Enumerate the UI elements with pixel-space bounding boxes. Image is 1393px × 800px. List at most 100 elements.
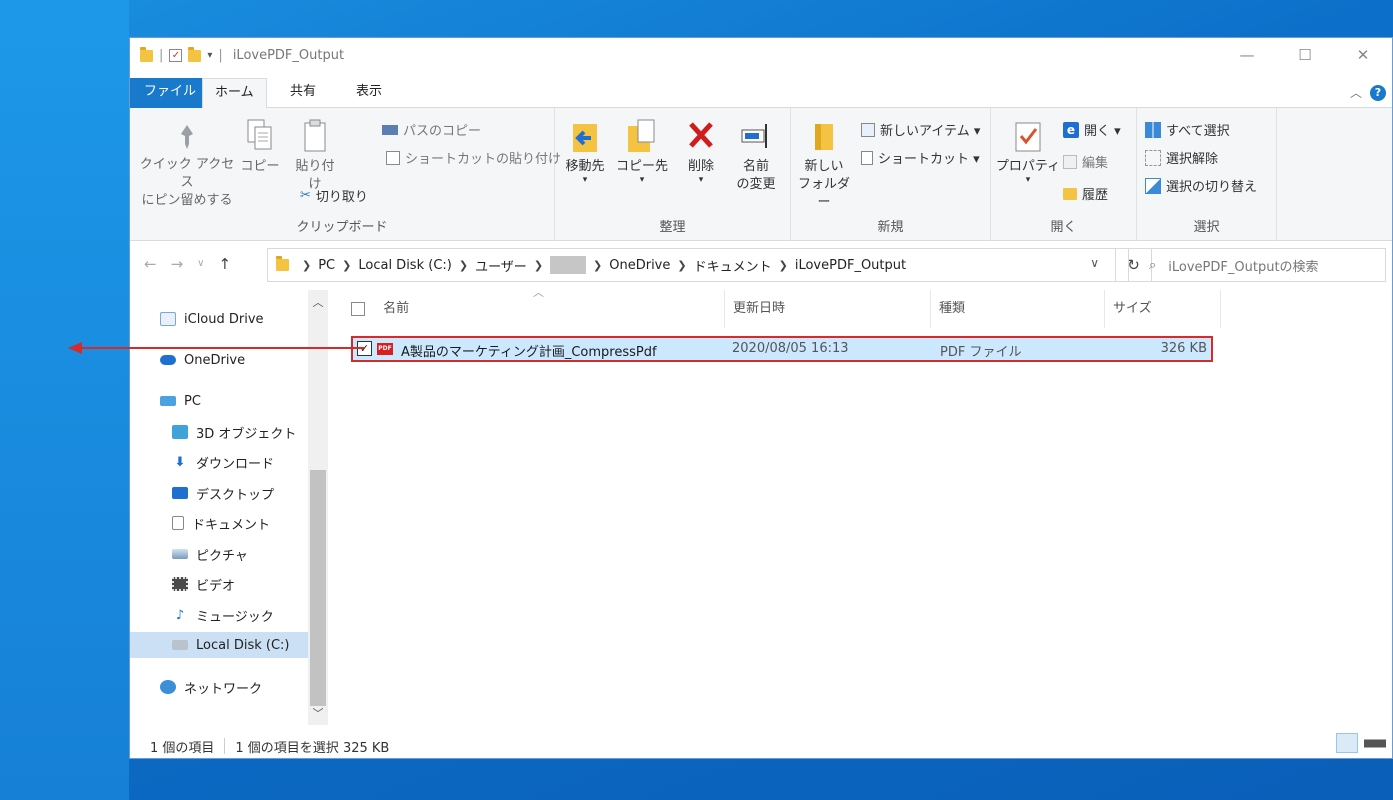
breadcrumb-chevron-icon[interactable]: ❯	[593, 259, 602, 272]
maximize-button[interactable]: ☐	[1276, 38, 1334, 72]
file-row[interactable]: ✓ PDF A製品のマーケティング計画_CompressPdf 2020/08/…	[351, 336, 1213, 362]
breadcrumb-ilovepdf-output[interactable]: iLovePDF_Output	[795, 258, 906, 273]
edge-icon: e	[1063, 121, 1079, 138]
breadcrumb-chevron-icon[interactable]: ❯	[459, 259, 468, 272]
column-header-size[interactable]: サイズ	[1105, 290, 1221, 328]
nav-item-downloads[interactable]: ⬇ ダウンロード	[172, 449, 274, 475]
search-placeholder: iLovePDF_Outputの検索	[1168, 259, 1319, 275]
paste-button[interactable]: 貼り付け	[290, 118, 340, 194]
breadcrumb-chevron-icon[interactable]: ❯	[534, 259, 543, 272]
copy-to-icon	[628, 119, 655, 152]
tab-share[interactable]: 共有	[278, 78, 328, 108]
breadcrumb-users[interactable]: ユーザー	[475, 256, 527, 275]
address-dropdown-icon[interactable]: ∨	[1090, 256, 1099, 270]
breadcrumb-chevron-icon[interactable]: ❯	[302, 259, 311, 272]
new-item-button[interactable]: 新しいアイテム ▾	[861, 120, 980, 139]
window-title: iLovePDF_Output	[232, 48, 345, 63]
scroll-up-icon[interactable]: ︿	[308, 294, 328, 310]
new-folder-button[interactable]: 新しい フォルダー	[795, 118, 853, 212]
invert-selection-button[interactable]: 選択の切り替え	[1145, 176, 1257, 195]
tab-home[interactable]: ホーム	[202, 78, 267, 109]
collapse-ribbon-icon[interactable]: ︿	[1350, 84, 1362, 101]
select-all-button[interactable]: すべて選択	[1145, 120, 1230, 139]
up-arrow-icon[interactable]: ↑	[218, 255, 231, 273]
address-folder-icon	[276, 256, 289, 271]
file-explorer-window: | ✓ ▾ | iLovePDF_Output — ☐ ✕ ファイル ホーム 共…	[129, 37, 1393, 759]
navigation-pane: iCloud Drive OneDrive PC 3D オブジェクト ⬇ ダウン…	[130, 290, 328, 725]
nav-item-music[interactable]: ♪ ミュージック	[172, 602, 274, 628]
nav-item-pictures[interactable]: ピクチャ	[172, 541, 248, 567]
copy-button[interactable]: コピー	[238, 118, 282, 176]
nav-item-icloud[interactable]: iCloud Drive	[160, 306, 264, 332]
rename-button[interactable]: 名前 の変更	[727, 118, 785, 194]
properties-quick-icon[interactable]: ✓	[169, 49, 183, 62]
easy-access-button[interactable]: ショートカット ▾	[861, 148, 980, 167]
details-view-icon[interactable]	[1336, 733, 1358, 753]
properties-icon	[1015, 122, 1041, 152]
scroll-down-icon[interactable]: ﹀	[308, 705, 328, 721]
delete-button[interactable]: 削除 ▾	[679, 118, 723, 185]
navigation-bar: ← → ∨ ↑ ❯ PC ❯ Local Disk (C:) ❯ ユーザー ❯ …	[130, 245, 1392, 285]
breadcrumb-pc[interactable]: PC	[318, 258, 335, 273]
ribbon-help: ︿ ?	[1350, 84, 1386, 101]
nav-item-documents[interactable]: ドキュメント	[172, 510, 270, 536]
nav-item-local-disk[interactable]: Local Disk (C:)	[130, 632, 308, 658]
move-to-icon	[573, 124, 597, 152]
help-icon[interactable]: ?	[1370, 84, 1386, 101]
open-button[interactable]: e 開く ▾	[1063, 120, 1121, 139]
clipboard-icon	[304, 119, 326, 152]
copy-icon	[247, 119, 272, 150]
nav-item-videos[interactable]: ビデオ	[172, 571, 235, 597]
nav-item-desktop[interactable]: デスクトップ	[172, 480, 274, 506]
properties-button[interactable]: プロパティ ▾	[995, 120, 1061, 185]
back-arrow-icon[interactable]: ←	[144, 255, 157, 273]
pdf-file-icon: PDF	[377, 343, 393, 355]
paste-shortcut-button[interactable]: ショートカットの貼り付け	[386, 148, 561, 167]
close-button[interactable]: ✕	[1334, 38, 1392, 72]
nav-item-pc[interactable]: PC	[160, 388, 201, 414]
large-icons-view-icon[interactable]	[1364, 733, 1386, 753]
nav-item-3d-objects[interactable]: 3D オブジェクト	[172, 419, 296, 445]
copy-path-button[interactable]: パスのコピー	[382, 120, 481, 139]
breadcrumb-chevron-icon[interactable]: ❯	[779, 259, 788, 272]
column-header-modified[interactable]: 更新日時	[725, 290, 931, 328]
address-bar[interactable]: ❯ PC ❯ Local Disk (C:) ❯ ユーザー ❯ ❯ OneDri…	[267, 248, 1116, 282]
scrollbar-thumb[interactable]	[310, 470, 326, 706]
copy-to-button[interactable]: コピー先 ▾	[615, 118, 669, 185]
select-none-icon	[1145, 149, 1161, 166]
tab-view[interactable]: 表示	[344, 78, 394, 108]
edit-icon	[1063, 154, 1077, 169]
breadcrumb-local-disk[interactable]: Local Disk (C:)	[358, 258, 451, 273]
scissors-icon: ✂	[300, 188, 311, 203]
move-to-button[interactable]: 移動先 ▾	[561, 118, 609, 185]
minimize-button[interactable]: —	[1218, 38, 1276, 72]
edit-button[interactable]: 編集	[1063, 152, 1108, 171]
nav-scrollbar[interactable]: ︿ ﹀	[308, 290, 328, 725]
cut-button[interactable]: ✂ 切り取り	[300, 186, 368, 205]
breadcrumb-username-redacted[interactable]	[550, 256, 587, 274]
select-all-icon	[1145, 121, 1161, 138]
breadcrumb-onedrive[interactable]: OneDrive	[609, 258, 670, 273]
video-film-icon	[172, 577, 188, 591]
customize-toolbar-icon[interactable]: ▾	[207, 50, 212, 61]
select-none-button[interactable]: 選択解除	[1145, 148, 1218, 167]
annotation-arrow-head	[68, 342, 82, 354]
recent-locations-icon[interactable]: ∨	[197, 258, 204, 273]
column-header-type[interactable]: 種類	[931, 290, 1105, 328]
nav-item-onedrive[interactable]: OneDrive	[160, 347, 245, 373]
search-box[interactable]: ⌕ iLovePDF_Outputの検索	[1128, 248, 1386, 282]
pc-icon	[160, 396, 176, 406]
nav-item-network[interactable]: ネットワーク	[160, 674, 262, 700]
item-count: 1 個の項目	[150, 740, 215, 756]
history-button[interactable]: 履歴	[1063, 184, 1108, 203]
new-folder-quick-icon[interactable]	[188, 46, 202, 62]
pin-quick-access-button[interactable]: クイック アクセス にピン留めする	[138, 122, 236, 210]
select-all-checkbox[interactable]	[351, 301, 365, 316]
column-header-name[interactable]: 名前	[343, 290, 725, 328]
breadcrumb-chevron-icon[interactable]: ❯	[677, 259, 686, 272]
forward-arrow-icon[interactable]: →	[171, 255, 184, 273]
open-group-label: 開く	[1050, 220, 1077, 235]
tab-file[interactable]: ファイル	[130, 78, 211, 108]
breadcrumb-documents[interactable]: ドキュメント	[694, 256, 772, 275]
breadcrumb-chevron-icon[interactable]: ❯	[342, 259, 351, 272]
